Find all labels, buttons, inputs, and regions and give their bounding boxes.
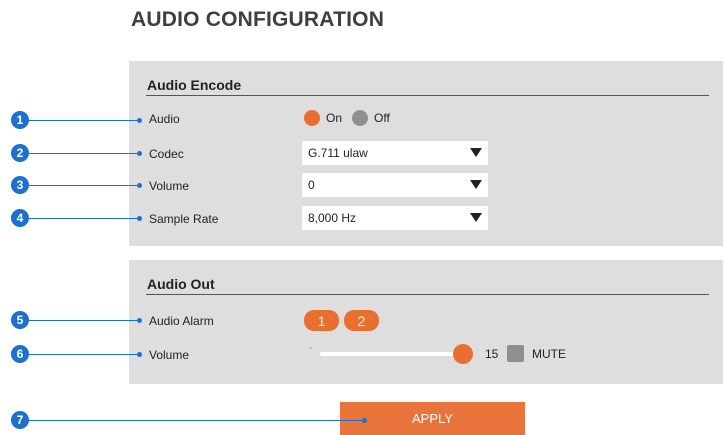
audio-label: Audio — [149, 112, 180, 126]
audio-on-label: On — [326, 111, 343, 125]
dropdown-arrow-icon — [470, 180, 482, 189]
out-volume-label: Volume — [149, 348, 190, 362]
volume-slider-track[interactable] — [320, 352, 466, 356]
radio-selected-icon — [304, 110, 320, 126]
mute-label: MUTE — [532, 347, 566, 361]
sample-rate-value: 8,000 Hz — [308, 211, 357, 225]
audio-encode-panel: Audio Encode Audio On Off Codec G.711 ul… — [129, 61, 723, 246]
audio-alarm-buttons: 1 2 — [304, 310, 384, 331]
volume-slider-value: 15 — [485, 347, 499, 361]
callout-line — [20, 420, 365, 421]
callout-line — [20, 320, 140, 321]
callout-5: 5 — [11, 311, 29, 329]
audio-off-label: Off — [374, 111, 390, 125]
volume-label: Volume — [149, 179, 190, 193]
callout-1: 1 — [11, 111, 29, 129]
callout-4: 4 — [11, 209, 29, 227]
mute-checkbox[interactable] — [507, 345, 524, 362]
callout-line — [20, 185, 140, 186]
dropdown-arrow-icon — [470, 148, 482, 157]
callout-2: 2 — [11, 144, 29, 162]
callout-3: 3 — [11, 176, 29, 194]
divider — [146, 95, 709, 96]
callout-7: 7 — [11, 411, 29, 429]
callout-6: 6 — [11, 345, 29, 363]
sample-rate-select[interactable]: 8,000 Hz — [302, 206, 488, 230]
volume-slider-thumb[interactable] — [453, 344, 473, 364]
audio-alarm-2-button[interactable]: 2 — [344, 310, 379, 331]
callout-line — [20, 218, 140, 219]
audio-encode-title: Audio Encode — [147, 77, 242, 93]
callout-line — [20, 153, 140, 154]
divider — [146, 294, 709, 295]
volume-value: 0 — [308, 178, 315, 192]
audio-off-radio[interactable]: Off — [352, 110, 390, 126]
audio-on-radio[interactable]: On — [304, 110, 342, 126]
radio-unselected-icon — [352, 110, 369, 126]
audio-radio-group: On Off — [304, 110, 400, 126]
codec-label: Codec — [149, 147, 184, 161]
page-title: AUDIO CONFIGURATION — [131, 8, 385, 31]
codec-select[interactable]: G.711 ulaw — [302, 141, 488, 165]
sample-rate-label: Sample Rate — [149, 212, 219, 226]
audio-alarm-label: Audio Alarm — [149, 314, 214, 328]
audio-out-panel: Audio Out Audio Alarm 1 2 Volume - 15 MU… — [129, 260, 723, 384]
volume-select[interactable]: 0 — [302, 173, 488, 197]
callout-line — [20, 120, 140, 121]
audio-alarm-1-button[interactable]: 1 — [304, 310, 339, 331]
codec-value: G.711 ulaw — [308, 146, 368, 160]
callout-line — [20, 354, 140, 355]
volume-minus: - — [309, 342, 313, 354]
apply-button[interactable]: APPLY — [340, 402, 525, 435]
dropdown-arrow-icon — [470, 213, 482, 222]
audio-out-title: Audio Out — [147, 276, 215, 292]
